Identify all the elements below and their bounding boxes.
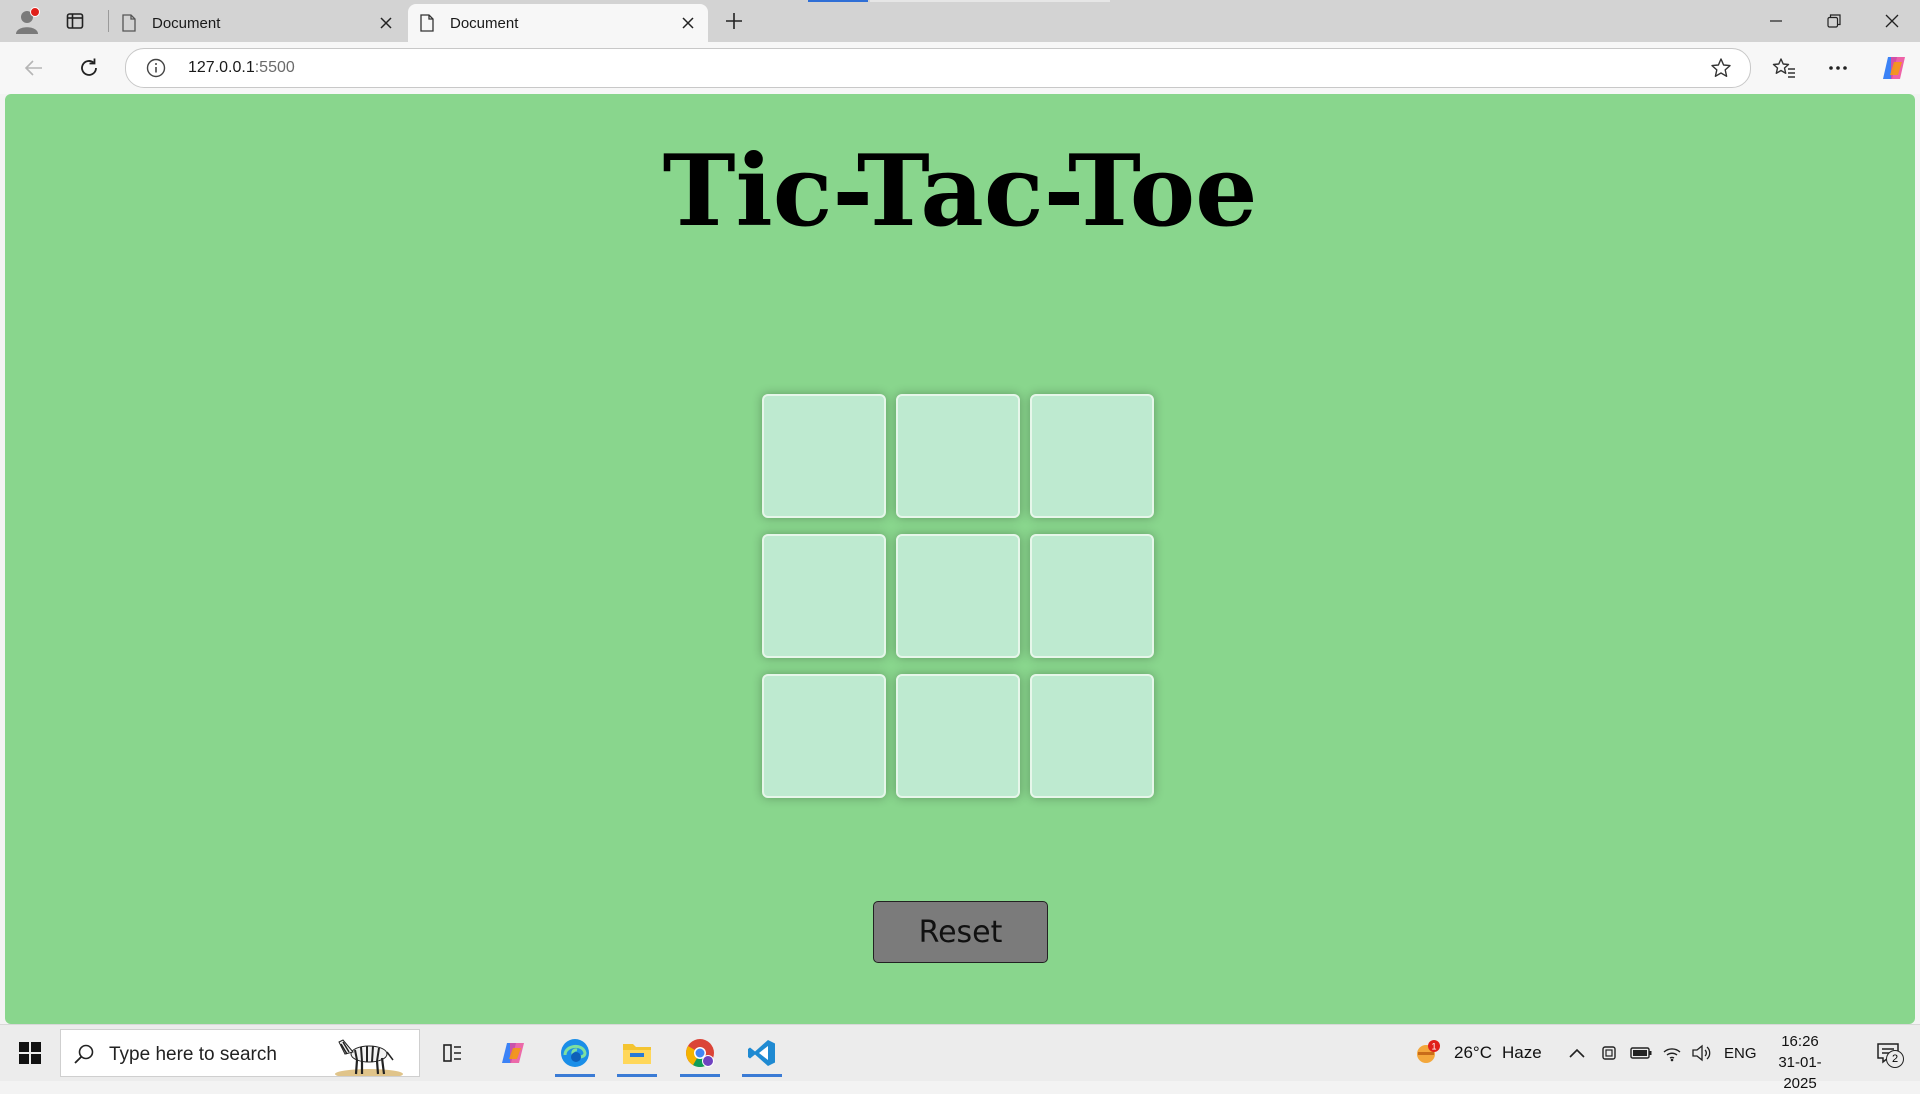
input-language-indicator[interactable]: ENG [1724, 1025, 1757, 1081]
browser-toolbar: 127.0.0.1:5500 [0, 42, 1920, 94]
loading-indicator-track [870, 0, 1110, 2]
taskbar-clock[interactable]: 16:26 31-01-2025 [1762, 1031, 1838, 1094]
active-app-indicator [617, 1074, 657, 1077]
game-title: Tic-Tac-Toe [662, 134, 1258, 249]
reload-icon [81, 58, 97, 76]
restore-icon [1827, 14, 1841, 28]
document-icon [418, 14, 436, 32]
tab-actions-button[interactable] [60, 8, 90, 34]
copilot-taskbar-button[interactable] [487, 1029, 539, 1077]
back-button[interactable] [16, 50, 52, 86]
clock-time: 16:26 [1781, 1033, 1819, 1050]
search-placeholder: Type here to search [109, 1044, 277, 1065]
tab-actions-icon [66, 13, 84, 29]
back-arrow-icon [24, 60, 42, 76]
active-app-indicator [555, 1074, 595, 1077]
clock-date: 31-01-2025 [1778, 1054, 1822, 1092]
new-tab-button[interactable] [718, 6, 750, 36]
close-tab-icon[interactable] [372, 9, 400, 37]
url-text: 127.0.0.1:5500 [188, 59, 295, 77]
weather-alert-count: 1 [1431, 1042, 1436, 1052]
profile-button[interactable] [12, 7, 42, 34]
profile-notification-dot [30, 7, 40, 17]
weather-widget[interactable]: 1 26°C Haze [1412, 1025, 1542, 1081]
search-icon [74, 1044, 94, 1064]
tab-title: Document [450, 14, 519, 32]
copilot-icon [502, 1043, 524, 1063]
board-cell-5[interactable] [896, 534, 1020, 658]
favorites-button[interactable] [1766, 50, 1802, 86]
taskbar-search-box[interactable]: Type here to search [60, 1029, 420, 1077]
tab-document-1[interactable]: Document [110, 4, 406, 42]
edge-taskbar-button[interactable] [549, 1029, 601, 1077]
board-cell-6[interactable] [1030, 534, 1154, 658]
reload-button[interactable] [71, 50, 107, 86]
chrome-icon [686, 1039, 714, 1067]
weather-temperature: 26°C [1454, 1043, 1492, 1062]
board-cell-1[interactable] [762, 394, 886, 518]
more-menu-button[interactable] [1820, 50, 1856, 86]
close-icon [1885, 14, 1899, 28]
task-view-button[interactable] [426, 1029, 478, 1077]
board-cell-8[interactable] [896, 674, 1020, 798]
vscode-icon [748, 1040, 775, 1066]
windows-taskbar: Type here to search 1 26°C Haze ENG 16:2… [0, 1024, 1920, 1092]
board-cell-9[interactable] [1030, 674, 1154, 798]
start-button[interactable] [8, 1033, 52, 1073]
board-cell-4[interactable] [762, 534, 886, 658]
speaker-icon [1692, 1044, 1711, 1062]
url-port: :5500 [254, 59, 295, 76]
minimize-icon [1770, 20, 1782, 22]
board-cell-2[interactable] [896, 394, 1020, 518]
site-info-icon[interactable] [146, 58, 166, 78]
board-cell-7[interactable] [762, 674, 886, 798]
file-explorer-icon [623, 1044, 651, 1064]
notification-center-button[interactable]: 2 [1868, 1035, 1908, 1071]
copilot-button[interactable] [1876, 50, 1912, 86]
reset-button[interactable]: Reset [873, 901, 1048, 963]
windows-logo-icon [19, 1042, 41, 1064]
battery-icon [1630, 1047, 1652, 1059]
close-window-button[interactable] [1864, 0, 1920, 42]
favorite-star-icon[interactable] [1710, 57, 1732, 79]
address-bar[interactable]: 127.0.0.1:5500 [125, 48, 1751, 88]
tab-separator [108, 10, 109, 32]
close-tab-icon[interactable] [674, 9, 702, 37]
browser-tab-strip: Document Document [0, 0, 1920, 42]
loading-indicator [808, 0, 868, 2]
plus-icon [726, 13, 742, 29]
chrome-taskbar-button[interactable] [674, 1029, 726, 1077]
copilot-icon [1883, 57, 1905, 79]
board-cell-3[interactable] [1030, 394, 1154, 518]
minimize-button[interactable] [1748, 0, 1804, 42]
weather-condition: Haze [1501, 1043, 1542, 1062]
restore-button[interactable] [1806, 0, 1862, 42]
vscode-taskbar-button[interactable] [736, 1029, 788, 1077]
tab-document-2[interactable]: Document [408, 4, 708, 42]
show-hidden-icons-button[interactable] [1568, 1025, 1586, 1081]
favorites-icon [1772, 58, 1795, 78]
zebra-illustration-icon [335, 1039, 403, 1076]
camera-icon [1602, 1046, 1616, 1060]
chevron-up-icon [1569, 1048, 1585, 1058]
url-host: 127.0.0.1 [188, 59, 255, 76]
more-icon [1829, 66, 1847, 70]
meet-now-tray-icon[interactable] [1601, 1025, 1619, 1081]
page-viewport: Tic-Tac-Toe Reset [5, 94, 1915, 1024]
edge-icon [561, 1039, 589, 1067]
game-board [762, 394, 1154, 798]
weather-icon: 1 [1417, 1040, 1440, 1063]
document-icon [120, 14, 138, 32]
active-app-indicator [742, 1074, 782, 1077]
active-app-indicator [680, 1074, 720, 1077]
volume-tray-icon[interactable] [1691, 1025, 1711, 1081]
file-explorer-taskbar-button[interactable] [611, 1029, 663, 1077]
network-tray-icon[interactable] [1662, 1025, 1682, 1081]
notification-count-badge: 2 [1886, 1050, 1904, 1068]
wifi-icon [1663, 1048, 1681, 1062]
tab-title: Document [152, 14, 221, 32]
task-view-icon [443, 1044, 461, 1062]
battery-tray-icon[interactable] [1630, 1025, 1652, 1081]
